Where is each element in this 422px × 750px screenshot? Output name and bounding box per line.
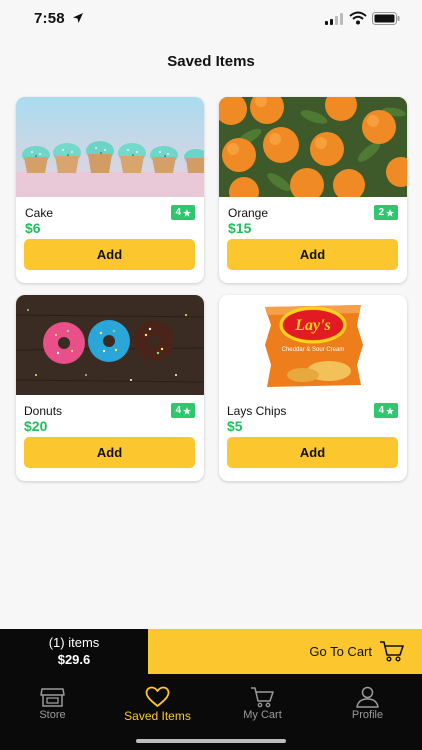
item-price: $20	[24, 418, 48, 434]
battery-icon	[372, 12, 400, 25]
cart-summary: (1) items $29.6	[0, 629, 148, 674]
add-button[interactable]: Add	[24, 239, 195, 270]
rating-badge: 2	[374, 205, 398, 220]
item-name: Donuts	[24, 404, 63, 418]
status-bar: 7:58	[0, 0, 422, 40]
item-name: Cake	[25, 206, 54, 220]
item-card-cake: Cake 4 $6 Add	[16, 97, 204, 283]
tab-label: Saved Items	[124, 709, 191, 723]
heart-icon	[145, 686, 170, 707]
rating-value: 4	[175, 207, 181, 218]
profile-icon	[356, 686, 379, 708]
store-icon	[40, 688, 65, 707]
donuts-photo	[16, 295, 204, 395]
item-price: $6	[25, 220, 41, 236]
status-time: 7:58	[34, 10, 65, 27]
item-name: Lays Chips	[227, 404, 287, 418]
tab-label: Profile	[351, 709, 384, 721]
add-button[interactable]: Add	[24, 437, 195, 468]
chips-bag-photo: Lay's Cheddar & Sour Cream	[219, 295, 407, 395]
page-title: Saved Items	[167, 53, 255, 70]
item-card-lays-chips: Lay's Cheddar & Sour Cream Lays Chips 4 …	[219, 295, 407, 481]
item-name: Orange	[228, 206, 269, 220]
cart-bar: (1) items $29.6 Go To Cart	[0, 629, 422, 674]
rating-value: 2	[378, 207, 384, 218]
rating-value: 4	[175, 405, 181, 416]
go-to-cart-label: Go To Cart	[309, 644, 372, 659]
tab-profile[interactable]: Profile	[315, 674, 420, 734]
rating-value: 4	[378, 405, 384, 416]
product-logo-flavor: Cheddar & Sour Cream	[282, 347, 345, 353]
item-price: $5	[227, 418, 243, 434]
tab-store[interactable]: Store	[0, 674, 105, 734]
item-card-donuts: Donuts 4 $20 Add	[16, 295, 204, 481]
cart-item-count: (1) items	[48, 635, 100, 650]
cart-icon	[380, 641, 404, 662]
tab-saved-items[interactable]: Saved Items	[105, 674, 210, 734]
add-button[interactable]: Add	[227, 437, 398, 468]
rating-badge: 4	[171, 205, 195, 220]
cart-icon	[251, 687, 274, 708]
item-card-orange: Orange 2 $15 Add	[219, 97, 407, 283]
tab-label: Store	[39, 709, 66, 721]
star-icon	[183, 208, 191, 217]
go-to-cart-button[interactable]: Go To Cart	[148, 629, 422, 674]
home-indicator	[136, 739, 286, 743]
rating-badge: 4	[374, 403, 398, 418]
product-logo-brand: Lay's	[294, 317, 331, 334]
star-icon	[183, 406, 191, 415]
star-icon	[386, 208, 394, 217]
add-button[interactable]: Add	[227, 239, 398, 270]
location-arrow-icon	[73, 13, 83, 23]
cellular-signal-icon	[325, 13, 343, 25]
tab-my-cart[interactable]: My Cart	[210, 674, 315, 734]
oranges-photo	[219, 97, 407, 197]
item-price: $15	[228, 220, 252, 236]
tab-label: My Cart	[243, 709, 282, 721]
rating-badge: 4	[171, 403, 195, 418]
cart-total: $29.6	[57, 652, 91, 667]
cupcakes-photo	[16, 97, 204, 197]
wifi-icon	[349, 11, 367, 25]
star-icon	[386, 406, 394, 415]
